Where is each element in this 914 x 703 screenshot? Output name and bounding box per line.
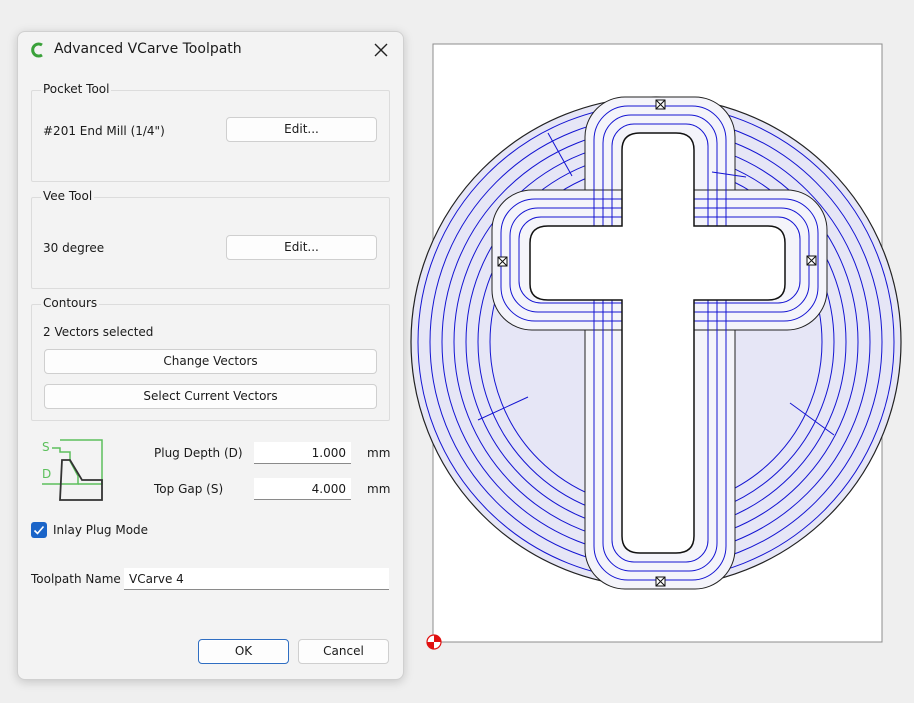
dialog-title: Advanced VCarve Toolpath: [54, 41, 242, 57]
top-gap-label: Top Gap (S): [154, 482, 224, 496]
select-current-vectors-button[interactable]: Select Current Vectors: [44, 384, 377, 409]
vee-tool-name: 30 degree: [43, 241, 105, 255]
contours-group: Contours 2 Vectors selected Change Vecto…: [31, 296, 390, 421]
contours-title: Contours: [41, 296, 100, 310]
vectors-selected-status: 2 Vectors selected: [43, 325, 154, 339]
top-gap-field[interactable]: [254, 478, 351, 500]
plug-depth-label: Plug Depth (D): [154, 446, 243, 460]
toolpath-name-field[interactable]: [124, 568, 389, 590]
vcarve-logo-icon: [31, 42, 43, 58]
vee-tool-group: Vee Tool 30 degree Edit...: [31, 189, 390, 289]
inlay-plug-mode-checkbox[interactable]: [31, 522, 47, 538]
vee-tool-edit-button[interactable]: Edit...: [226, 235, 377, 260]
pocket-tool-name: #201 End Mill (1/4"): [43, 124, 165, 138]
pocket-tool-title: Pocket Tool: [41, 82, 112, 96]
pocket-tool-edit-button[interactable]: Edit...: [226, 117, 377, 142]
ok-button[interactable]: OK: [198, 639, 289, 664]
advanced-vcarve-dialog: Advanced VCarve Toolpath Pocket Tool #20…: [17, 31, 404, 680]
pocket-tool-group: Pocket Tool #201 End Mill (1/4") Edit...: [31, 82, 390, 182]
inlay-plug-diagram-icon: S D: [42, 439, 103, 501]
close-icon[interactable]: [370, 39, 392, 61]
toolpath-preview-canvas[interactable]: [407, 0, 914, 703]
plug-depth-unit: mm: [367, 446, 391, 460]
inlay-plug-mode-label: Inlay Plug Mode: [53, 523, 149, 537]
checkmark-icon: [33, 525, 45, 535]
origin-marker-icon: [426, 634, 442, 650]
change-vectors-button[interactable]: Change Vectors: [44, 349, 377, 374]
plug-depth-field[interactable]: [254, 442, 351, 464]
top-gap-unit: mm: [367, 482, 391, 496]
cancel-button[interactable]: Cancel: [298, 639, 389, 664]
toolpath-name-label: Toolpath Name: [31, 572, 121, 586]
diagram-s-label: S: [42, 440, 50, 454]
diagram-d-label: D: [42, 467, 51, 481]
vee-tool-title: Vee Tool: [41, 189, 95, 203]
